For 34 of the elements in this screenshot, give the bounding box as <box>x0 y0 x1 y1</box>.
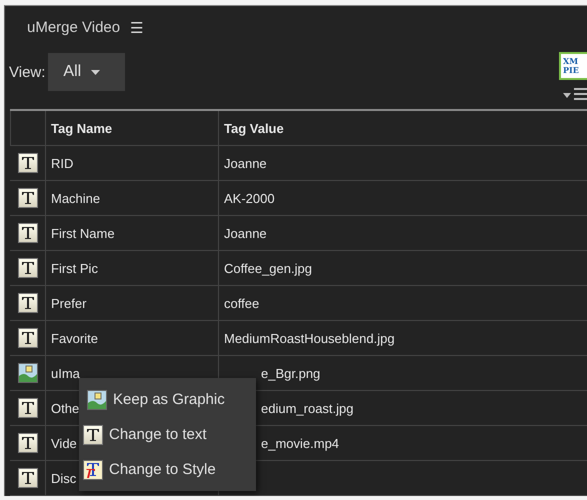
text-type-icon <box>18 223 38 243</box>
view-dropdown[interactable]: All <box>48 53 126 92</box>
text-type-icon <box>18 468 38 488</box>
panel-menu-button[interactable]: ☰ <box>130 18 144 37</box>
text-type-icon <box>18 293 38 313</box>
tag-name-cell: Machine <box>45 181 218 215</box>
text-type-icon <box>83 424 103 444</box>
text-type-icon <box>18 188 38 208</box>
text-type-icon <box>18 258 38 278</box>
tag-value-cell: coffee <box>218 286 587 320</box>
view-label: View: <box>9 64 46 81</box>
tag-value-cell: AK-2000 <box>218 181 587 215</box>
column-header[interactable]: Tag Name <box>45 111 218 145</box>
tag-name-cell: RID <box>45 146 218 180</box>
picture-icon <box>18 363 38 383</box>
text-type-icon <box>18 433 38 453</box>
tag-name-cell: First Pic <box>45 251 218 285</box>
tag-name-cell: First Name <box>45 216 218 250</box>
tag-value-cell: Coffee_gen.jpg <box>218 251 587 285</box>
tag-value-cell: Joanne <box>218 216 587 250</box>
picture-icon <box>87 390 107 410</box>
tag-value-cell: Joanne <box>218 146 587 180</box>
tag-name-cell: Favorite <box>45 321 218 355</box>
caret-icon <box>91 70 100 75</box>
panel-title: uMerge Video <box>27 19 120 36</box>
style-icon <box>83 460 103 480</box>
logo: XM PIE <box>559 52 587 80</box>
tag-value-cell: MediumRoastHouseblend.jpg <box>218 321 587 355</box>
text-type-icon <box>18 398 38 418</box>
text-type-icon <box>18 328 38 348</box>
tag-name-cell: Prefer <box>45 286 218 320</box>
text-type-icon <box>18 153 38 173</box>
column-header[interactable]: Tag Value <box>218 111 587 145</box>
options-menu-icon[interactable] <box>563 88 587 102</box>
